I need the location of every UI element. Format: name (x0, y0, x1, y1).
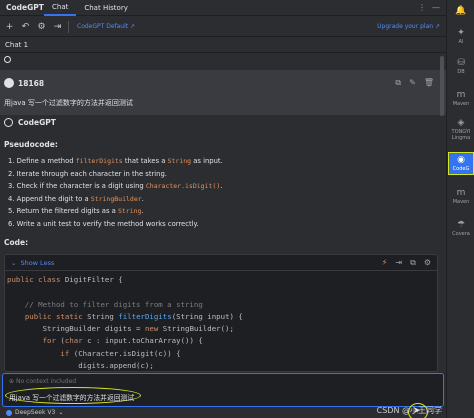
code-line: for (char c : input.toCharArray()) { (42, 336, 203, 346)
codegpt-icon: ◉ (457, 155, 465, 165)
code-line: if (Character.isDigit(c)) { (60, 348, 181, 358)
top-tab-bar: CodeGPT Chat Chat History ⋮ — (0, 0, 446, 16)
code-block-header: ⌄ Show Less (5, 255, 437, 271)
code-block-actions: ⚡ ⇥ ⧉ ⚙ (382, 258, 431, 268)
add-chat-icon[interactable]: + (3, 22, 16, 32)
sidebar-item-notifications[interactable]: 🔔 (447, 6, 474, 17)
toolbar-divider (68, 20, 69, 33)
app-title: CodeGPT (6, 3, 44, 12)
sidebar-item-ai[interactable]: ✦ AI (447, 28, 474, 45)
ai-icon: ✦ (457, 28, 465, 38)
lingma-icon: ◈ (457, 118, 465, 128)
undo-icon[interactable]: ↶ (19, 22, 32, 32)
input-text[interactable]: 用java 写一个过滤数字的方法并返回测试 (9, 392, 134, 402)
chevron-down-icon: ⌄ (58, 409, 64, 416)
sidebar-item-db[interactable]: ⛁ DB (447, 58, 474, 75)
sidebar-item-codegpt[interactable]: ◉ CodeG (448, 152, 474, 175)
watermark: CSDN @小王同学 (376, 406, 442, 415)
code-content: public class DigitFilter { // Method to … (5, 271, 437, 371)
code-line: digits.append(c); (7, 361, 154, 371)
edit-icon[interactable]: ✎ (409, 78, 416, 88)
model-link[interactable]: CodeGPT Default ↗ (77, 23, 135, 30)
insert-icon[interactable]: ⇥ (395, 258, 402, 268)
maven-icon: m (456, 90, 466, 100)
list-item: 6. Write a unit test to verify the metho… (8, 219, 199, 228)
sidebar-item-maven[interactable]: m Maven (447, 90, 474, 107)
user-message: 18168 用java 写一个过滤数字的方法并返回测试 ⧉ ✎ 🗑 (0, 70, 446, 115)
sidebar-item-maven-2[interactable]: m Maven (447, 188, 474, 205)
minimize-icon[interactable]: — (432, 3, 440, 12)
user-message-text: 用java 写一个过滤数字的方法并返回测试 (4, 99, 133, 107)
context-placeholder[interactable]: ⊕ No context included (9, 378, 76, 385)
copy-code-icon[interactable]: ⧉ (410, 258, 416, 268)
code-line: public class DigitFilter { (7, 275, 123, 284)
chat-transcript: 18168 用java 写一个过滤数字的方法并返回测试 ⧉ ✎ 🗑 CodeGP… (0, 54, 446, 372)
chat-input[interactable]: ⊕ No context included 用java 写一个过滤数字的方法并返… (2, 373, 444, 407)
message-actions: ⧉ ✎ 🗑 (395, 78, 434, 88)
copy-icon[interactable]: ⧉ (395, 78, 401, 88)
deepseek-icon (6, 409, 12, 416)
pseudocode-steps: 1. Define a method filterDigits that tak… (8, 155, 223, 230)
list-item: 3. Check if the character is a digit usi… (8, 182, 223, 190)
code-settings-icon[interactable]: ⚙ (424, 258, 431, 268)
delete-icon[interactable]: 🗑 (424, 78, 434, 88)
show-less-button[interactable]: Show Less (20, 259, 54, 267)
codegpt-logo-icon (4, 118, 13, 127)
attach-icon[interactable]: ⊕ (9, 378, 14, 385)
login-icon[interactable]: ⇥ (51, 22, 64, 32)
code-heading: Code: (4, 238, 29, 247)
apply-icon[interactable]: ⚡ (382, 258, 388, 268)
database-icon: ⛁ (457, 58, 465, 68)
previous-message-header (0, 54, 446, 64)
maven-icon: m (456, 188, 466, 198)
list-item: 5. Return the filtered digits as a Strin… (8, 207, 144, 215)
bot-message-header: CodeGPT (4, 118, 56, 127)
list-item: 4. Append the digit to a StringBuilder. (8, 194, 144, 203)
avatar (4, 78, 14, 88)
chevron-down-icon[interactable]: ⌄ (11, 259, 16, 267)
list-item: 1. Define a method filterDigits that tak… (8, 157, 223, 165)
chat-input-area: ⊕ No context included 用java 写一个过滤数字的方法并返… (0, 372, 446, 418)
tab-chat[interactable]: Chat (44, 0, 77, 16)
chat-scrollbar[interactable] (440, 56, 444, 116)
right-tool-sidebar: 🔔 ✦ AI ⛁ DB m Maven ◈ TONGYI Lingma ◉ CodeG m… (446, 0, 474, 418)
code-block: ⌄ Show Less ⚡ ⇥ ⧉ ⚙ public class DigitFi… (4, 254, 438, 372)
code-line: public static String filterDigits(String… (24, 311, 243, 321)
settings-icon[interactable]: ⚙ (35, 22, 48, 32)
bot-name: CodeGPT (18, 118, 56, 127)
tab-chat-history[interactable]: Chat History (76, 0, 136, 16)
sidebar-item-lingma[interactable]: ◈ TONGYI Lingma (447, 118, 474, 141)
window-controls: ⋮ — (418, 3, 440, 12)
pseudocode-heading: Pseudocode: (4, 140, 58, 149)
chat-session-label[interactable]: Chat 1 (0, 38, 446, 53)
codegpt-logo-icon (4, 55, 11, 63)
user-name: 18168 (18, 79, 45, 88)
list-item: 2. Iterate through each character in the… (8, 169, 167, 178)
upgrade-link[interactable]: Upgrade your plan ↗ (377, 23, 440, 30)
bell-icon: 🔔 (455, 6, 467, 16)
more-icon[interactable]: ⋮ (418, 3, 426, 12)
code-line: // Method to filter digits from a string (7, 299, 203, 309)
model-selector[interactable]: DeepSeek V3 ⌄ (6, 409, 63, 416)
codegpt-window: CodeGPT Chat Chat History ⋮ — + ↶ ⚙ ⇥ Co… (0, 0, 474, 418)
sidebar-item-coverage[interactable]: ☂ Covera (447, 220, 474, 237)
chat-toolbar: + ↶ ⚙ ⇥ CodeGPT Default ↗ Upgrade your p… (0, 17, 446, 37)
code-line: StringBuilder digits = new StringBuilder… (7, 324, 234, 334)
coverage-icon: ☂ (456, 220, 466, 230)
